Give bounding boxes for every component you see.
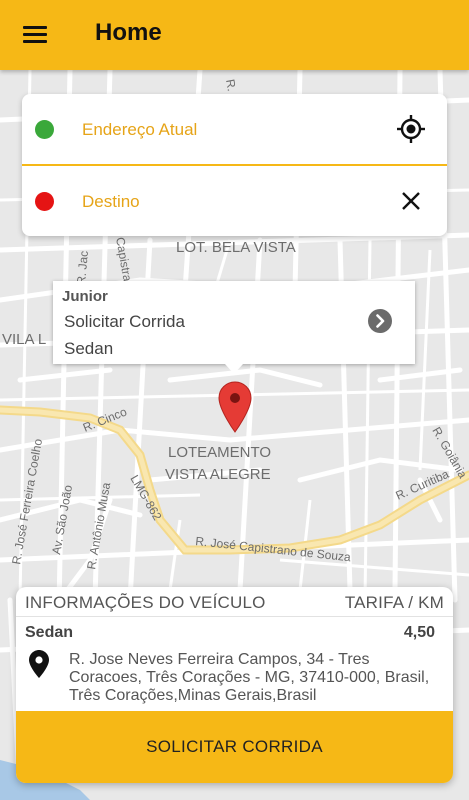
price-per-km: 4,50 [403, 624, 435, 641]
close-icon[interactable] [400, 190, 422, 212]
info-vehicle-type: Sedan [64, 339, 114, 358]
vehicle-info-title: INFORMAÇÕES DO VEÍCULO [25, 593, 266, 612]
page-title: Home [95, 19, 162, 46]
gps-locate-icon[interactable] [396, 114, 426, 144]
origin-row [22, 94, 447, 166]
divider [16, 616, 453, 617]
map-label-vila: VILA L [2, 331, 46, 348]
map-label-vista-alegre: VISTA ALEGRE [165, 466, 271, 483]
location-pin-icon [29, 650, 49, 678]
request-ride-button[interactable]: SOLICITAR CORRIDA [16, 711, 453, 783]
map-label-bela-vista: LOT. BELA VISTA [176, 239, 296, 256]
vehicle-type: Sedan [25, 624, 74, 641]
destination-address-input[interactable] [80, 186, 374, 218]
info-request-ride: Solicitar Corrida [64, 312, 185, 331]
driver-name: Junior [62, 288, 108, 305]
hamburger-menu-icon[interactable] [22, 22, 52, 48]
map-label-loteamento: LOTEAMENTO [168, 444, 271, 461]
address-card [22, 94, 447, 236]
map-label-jac: R. Jac [74, 250, 91, 285]
app-bar: Home [0, 0, 469, 70]
map-marker-icon[interactable] [218, 381, 252, 433]
tarifa-label: TARIFA / KM [344, 593, 444, 612]
destination-row [22, 166, 447, 236]
origin-address-input[interactable] [80, 114, 374, 146]
destination-dot-icon [35, 192, 54, 211]
origin-dot-icon [35, 120, 54, 139]
marker-info-window[interactable]: Junior Solicitar Corrida Sedan [53, 281, 415, 374]
vehicle-info-card: INFORMAÇÕES DO VEÍCULO TARIFA / KM Sedan… [16, 587, 453, 783]
chevron-right-circle-icon[interactable] [368, 309, 392, 333]
pickup-address: R. Jose Neves Ferreira Campos, 34 - Tres… [69, 651, 430, 704]
